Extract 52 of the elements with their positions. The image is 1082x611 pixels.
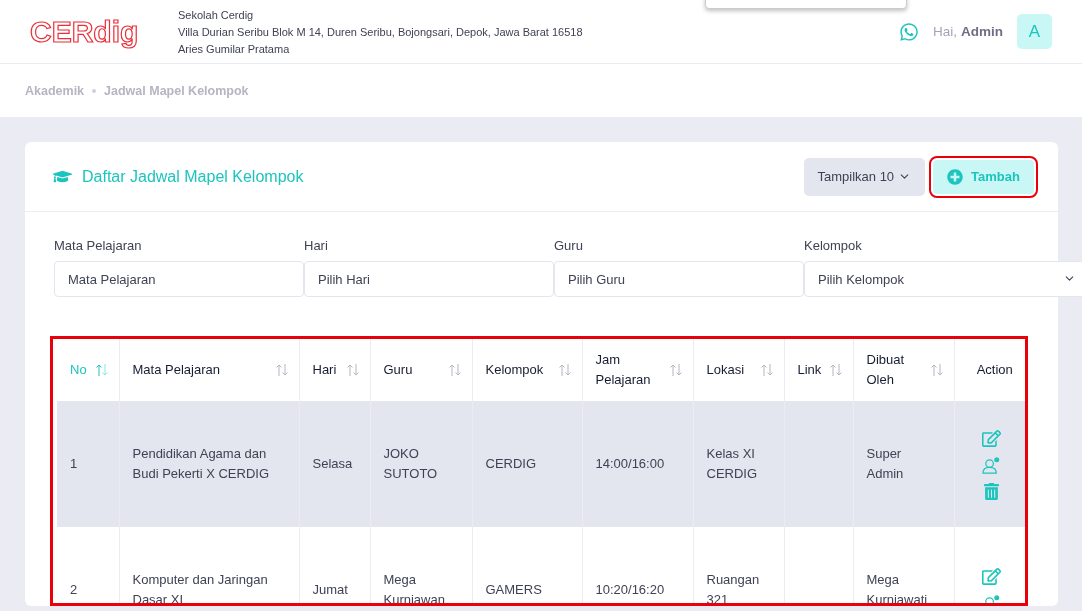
sort-icon[interactable] bbox=[828, 363, 843, 377]
edit-icon[interactable] bbox=[982, 567, 1002, 586]
sort-icon[interactable] bbox=[668, 363, 683, 377]
filter-label: Guru bbox=[554, 238, 584, 253]
trash-icon[interactable] bbox=[983, 482, 1001, 500]
table-cell: Pendidikan Agama dan Budi Pekerti X CERDIG bbox=[119, 401, 299, 527]
input-field[interactable]: Mata Pelajaran bbox=[54, 261, 304, 297]
table-cell: Super Admin bbox=[853, 401, 954, 527]
column-title: Mata Pelajaran bbox=[132, 361, 220, 379]
column-title: Jam Pelajaran bbox=[595, 351, 652, 389]
column-title: Link bbox=[797, 361, 822, 379]
card-title: Daftar Jadwal Mapel Kelompok bbox=[82, 167, 304, 186]
table-cell: 2 bbox=[57, 527, 119, 603]
column-title: Guru bbox=[383, 361, 413, 379]
edit-icon[interactable] bbox=[982, 428, 1002, 448]
sort-icon[interactable] bbox=[447, 363, 462, 377]
sort-icon[interactable] bbox=[759, 363, 774, 377]
table-cell: GAMERS bbox=[472, 527, 582, 603]
greeting: Hai, bbox=[933, 24, 957, 39]
input-field[interactable]: Pilih Hari bbox=[304, 261, 554, 297]
table-cell: JOKO SUTOTO bbox=[370, 401, 472, 527]
logo: CERdig bbox=[30, 16, 139, 47]
table-cell: Jumat bbox=[299, 527, 370, 603]
filter-label: Kelompok bbox=[804, 238, 863, 253]
school-name: Sekolah Cerdig bbox=[178, 7, 255, 23]
sort-icon[interactable] bbox=[274, 363, 289, 377]
user-gear-icon[interactable] bbox=[982, 455, 1002, 475]
column-title: Dibuat Oleh bbox=[866, 351, 906, 389]
table-cell: Kelas XI CERDIG bbox=[693, 401, 784, 527]
column-title: Lokasi bbox=[706, 361, 745, 379]
table-cell: Selasa bbox=[299, 401, 370, 527]
school-address: Villa Durian Seribu Blok M 14, Duren Seribu, Bojongsari, Depok, Jawa Barat 16518 bbox=[178, 24, 583, 40]
principal-name: Aries Gumilar Pratama bbox=[178, 41, 291, 57]
sort-icon[interactable] bbox=[557, 363, 572, 377]
table-cell: 14:00/16:00 bbox=[582, 401, 693, 527]
select-field[interactable]: Pilih Kelompok bbox=[804, 261, 1082, 297]
sort-icon[interactable] bbox=[94, 363, 109, 377]
filter-label: Hari bbox=[304, 238, 329, 253]
column-title: Kelompok bbox=[485, 361, 544, 379]
column-title: Hari bbox=[312, 361, 337, 379]
table-cell: 1 bbox=[57, 401, 119, 527]
table-cell: 10:20/16:20 bbox=[582, 527, 693, 603]
whatsapp-icon[interactable] bbox=[899, 21, 919, 42]
column-title: No bbox=[70, 361, 87, 379]
user-name: Admin bbox=[961, 24, 1003, 39]
filter-label: Mata Pelajaran bbox=[54, 238, 143, 253]
plus-icon bbox=[947, 168, 964, 185]
sort-icon[interactable] bbox=[345, 363, 360, 377]
input-field[interactable]: Pilih Guru bbox=[554, 261, 804, 297]
sort-icon[interactable] bbox=[929, 363, 944, 377]
table-cell: CERDIG bbox=[472, 401, 582, 527]
page-size-button[interactable]: Tampilkan 10 bbox=[803, 157, 926, 196]
